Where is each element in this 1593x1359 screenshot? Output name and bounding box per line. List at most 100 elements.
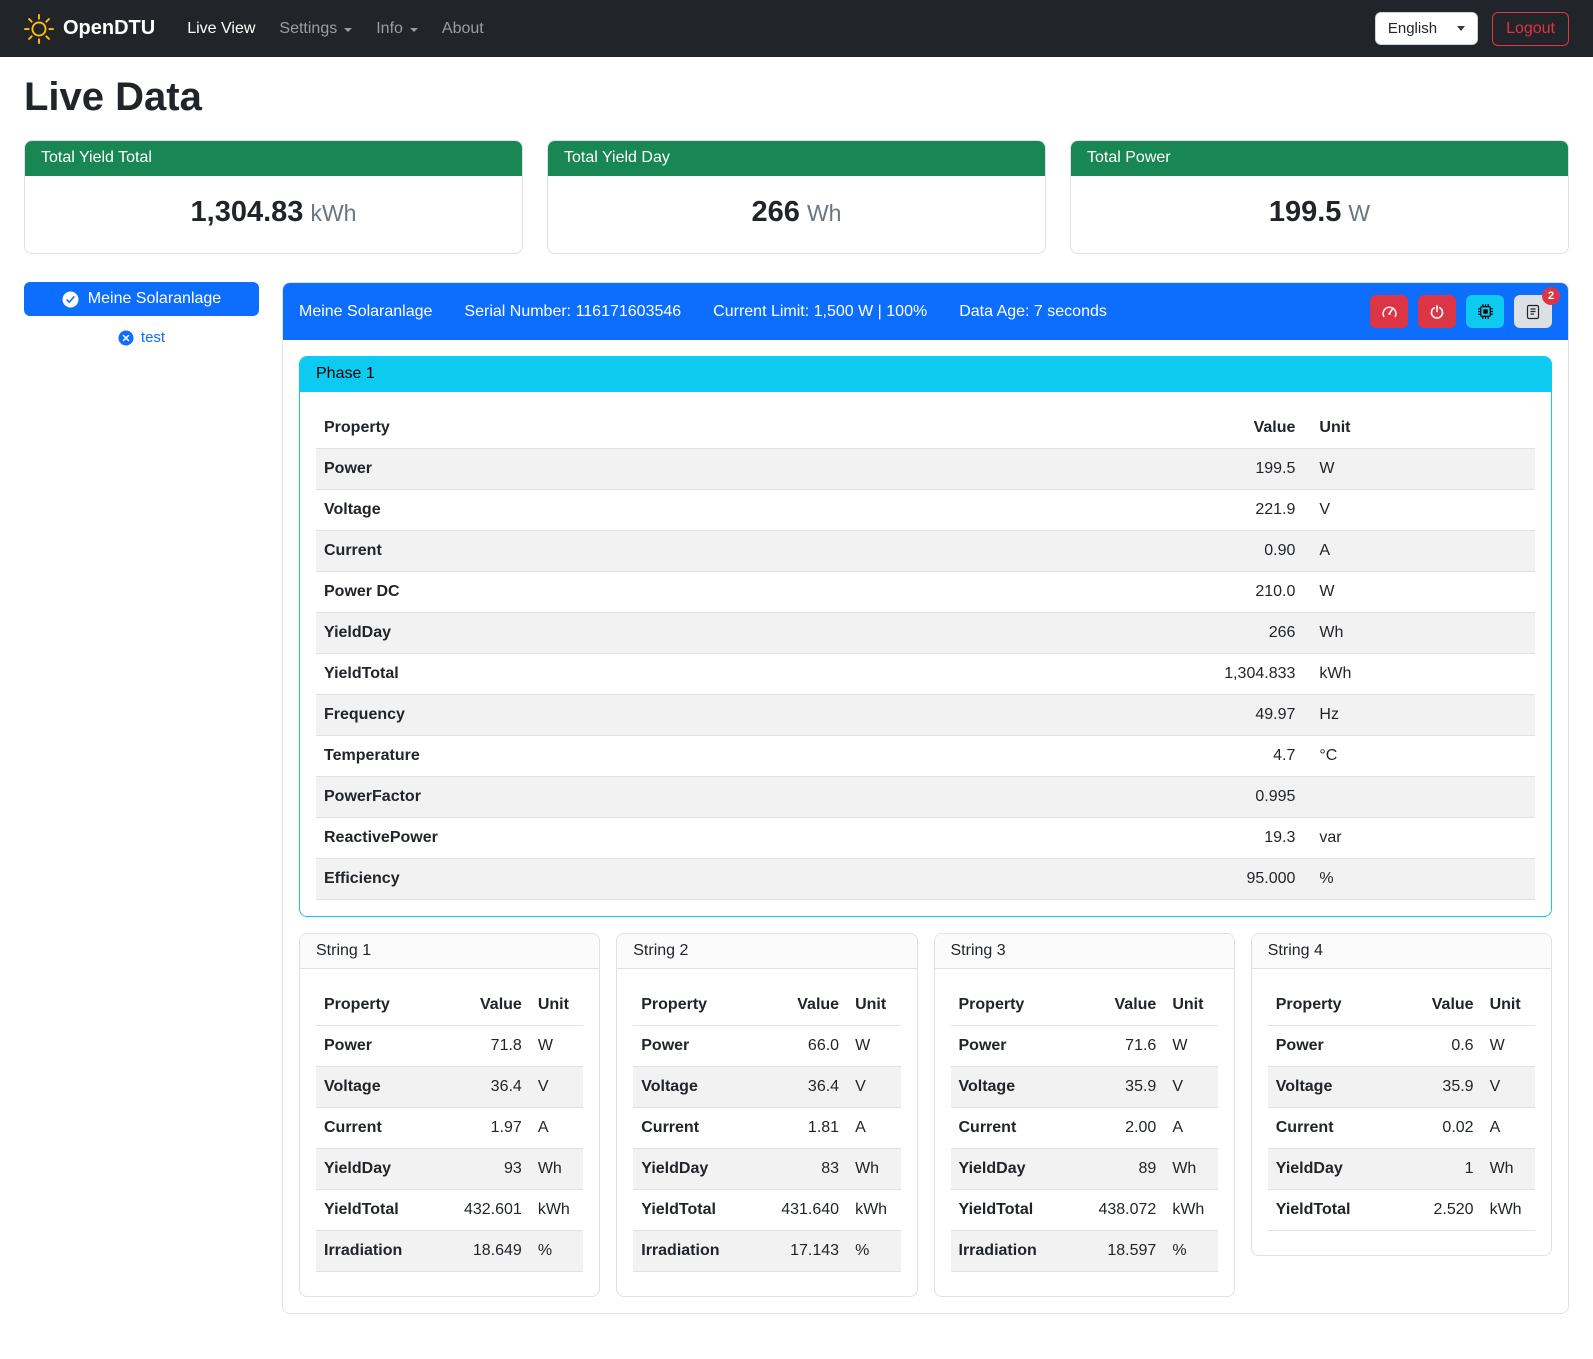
language-selected-value: English xyxy=(1388,20,1437,37)
unit-cell: Wh xyxy=(847,1149,900,1190)
unit-cell: W xyxy=(1482,1026,1535,1067)
unit-cell: W xyxy=(530,1026,583,1067)
string-card: String 4PropertyValueUnitPower0.6WVoltag… xyxy=(1251,933,1552,1256)
sun-logo-icon xyxy=(24,14,54,44)
unit-cell: Wh xyxy=(1482,1149,1535,1190)
string-card-title: String 1 xyxy=(300,934,599,969)
cpu-icon xyxy=(1477,303,1494,320)
logout-button[interactable]: Logout xyxy=(1492,12,1569,46)
table-header-row: PropertyValueUnit xyxy=(951,985,1218,1026)
summary-unit: Wh xyxy=(807,200,842,226)
string-table-wrap: PropertyValueUnitPower71.8WVoltage36.4VC… xyxy=(300,969,599,1296)
summary-card: Total Power199.5W xyxy=(1070,140,1569,254)
value-cell: 0.995 xyxy=(1181,777,1303,818)
column-header-value: Value xyxy=(1071,985,1165,1026)
property-cell: YieldTotal xyxy=(316,654,1181,695)
unit-cell: V xyxy=(530,1067,583,1108)
value-cell: 2.520 xyxy=(1388,1190,1482,1231)
unit-cell: kWh xyxy=(530,1190,583,1231)
property-cell: Temperature xyxy=(316,736,1181,777)
value-cell: 210.0 xyxy=(1181,572,1303,613)
value-cell: 4.7 xyxy=(1181,736,1303,777)
property-cell: Power xyxy=(1268,1026,1388,1067)
unit-cell: A xyxy=(530,1108,583,1149)
value-cell: 0.90 xyxy=(1181,531,1303,572)
unit-cell: A xyxy=(1303,531,1535,572)
value-cell: 1.97 xyxy=(436,1108,530,1149)
inverter-panel-header: Meine Solaranlage Serial Number: 1161716… xyxy=(283,283,1568,340)
nav-item-about[interactable]: About xyxy=(432,12,494,46)
property-cell: Power xyxy=(951,1026,1071,1067)
inverter-panel: Meine Solaranlage Serial Number: 1161716… xyxy=(282,282,1569,1314)
table-header-row: PropertyValueUnit xyxy=(316,408,1535,449)
page-container: Live Data Total Yield Total1,304.83kWhTo… xyxy=(0,75,1593,1342)
unit-cell: % xyxy=(1303,859,1535,900)
value-cell: 0.02 xyxy=(1388,1108,1482,1149)
language-select[interactable]: English xyxy=(1375,12,1478,45)
event-log-button[interactable]: 2 xyxy=(1514,295,1552,328)
property-cell: Power DC xyxy=(316,572,1181,613)
property-cell: YieldDay xyxy=(316,1149,436,1190)
unit-cell: kWh xyxy=(1482,1190,1535,1231)
brand[interactable]: OpenDTU xyxy=(24,14,155,44)
table-row: Current1.81A xyxy=(633,1108,900,1149)
property-cell: Power xyxy=(316,449,1181,490)
unit-cell: Wh xyxy=(530,1149,583,1190)
table-header-row: PropertyValueUnit xyxy=(633,985,900,1026)
table-row: YieldTotal431.640kWh xyxy=(633,1190,900,1231)
value-cell: 66.0 xyxy=(754,1026,848,1067)
summary-card-title: Total Power xyxy=(1071,141,1568,176)
table-row: Frequency49.97Hz xyxy=(316,695,1535,736)
property-cell: Voltage xyxy=(633,1067,753,1108)
column-header-unit: Unit xyxy=(847,985,900,1026)
power-icon xyxy=(1429,304,1445,320)
limit-settings-button[interactable] xyxy=(1370,295,1408,328)
value-cell: 199.5 xyxy=(1181,449,1303,490)
property-cell: Voltage xyxy=(316,490,1181,531)
table-row: YieldDay266Wh xyxy=(316,613,1535,654)
string-table-wrap: PropertyValueUnitPower0.6WVoltage35.9VCu… xyxy=(1252,969,1551,1255)
serial-number: Serial Number: 116171603546 xyxy=(464,303,681,321)
unit-cell xyxy=(1303,777,1535,818)
table-row: YieldTotal432.601kWh xyxy=(316,1190,583,1231)
value-cell: 35.9 xyxy=(1071,1067,1165,1108)
table-row: Temperature4.7°C xyxy=(316,736,1535,777)
column-header-property: Property xyxy=(316,408,1181,449)
unit-cell: A xyxy=(847,1108,900,1149)
unit-cell: Wh xyxy=(1164,1149,1217,1190)
power-button[interactable] xyxy=(1418,295,1456,328)
unit-cell: Wh xyxy=(1303,613,1535,654)
column-header-property: Property xyxy=(316,985,436,1026)
page-title: Live Data xyxy=(24,75,1569,120)
property-cell: YieldDay xyxy=(951,1149,1071,1190)
string-card: String 2PropertyValueUnitPower66.0WVolta… xyxy=(616,933,917,1297)
table-row: YieldDay83Wh xyxy=(633,1149,900,1190)
unit-cell: W xyxy=(847,1026,900,1067)
device-info-button[interactable] xyxy=(1466,295,1504,328)
data-table: PropertyValueUnitPower199.5WVoltage221.9… xyxy=(316,408,1535,900)
table-row: YieldTotal1,304.833kWh xyxy=(316,654,1535,695)
inverter-select-meine-solaranlage[interactable]: Meine Solaranlage xyxy=(24,282,259,316)
value-cell: 93 xyxy=(436,1149,530,1190)
summary-card-body: 266Wh xyxy=(548,176,1045,253)
property-cell: YieldTotal xyxy=(1268,1190,1388,1231)
inverter-select-test[interactable]: test xyxy=(24,329,259,346)
summary-value: 199.5 xyxy=(1269,196,1342,228)
table-row: Voltage36.4V xyxy=(316,1067,583,1108)
nav-item-live-view[interactable]: Live View xyxy=(177,12,265,46)
nav-item-info[interactable]: Info xyxy=(366,12,428,46)
property-cell: PowerFactor xyxy=(316,777,1181,818)
nav-item-label: About xyxy=(442,20,484,38)
column-header-value: Value xyxy=(436,985,530,1026)
string-table-wrap: PropertyValueUnitPower66.0WVoltage36.4VC… xyxy=(617,969,916,1296)
nav-item-settings[interactable]: Settings xyxy=(269,12,362,46)
value-cell: 1 xyxy=(1388,1149,1482,1190)
value-cell: 36.4 xyxy=(754,1067,848,1108)
speedometer-icon xyxy=(1381,303,1398,320)
unit-cell: V xyxy=(847,1067,900,1108)
property-cell: Irradiation xyxy=(316,1231,436,1272)
column-header-value: Value xyxy=(1181,408,1303,449)
summary-card-title: Total Yield Day xyxy=(548,141,1045,176)
value-cell: 0.6 xyxy=(1388,1026,1482,1067)
unit-cell: kWh xyxy=(1303,654,1535,695)
